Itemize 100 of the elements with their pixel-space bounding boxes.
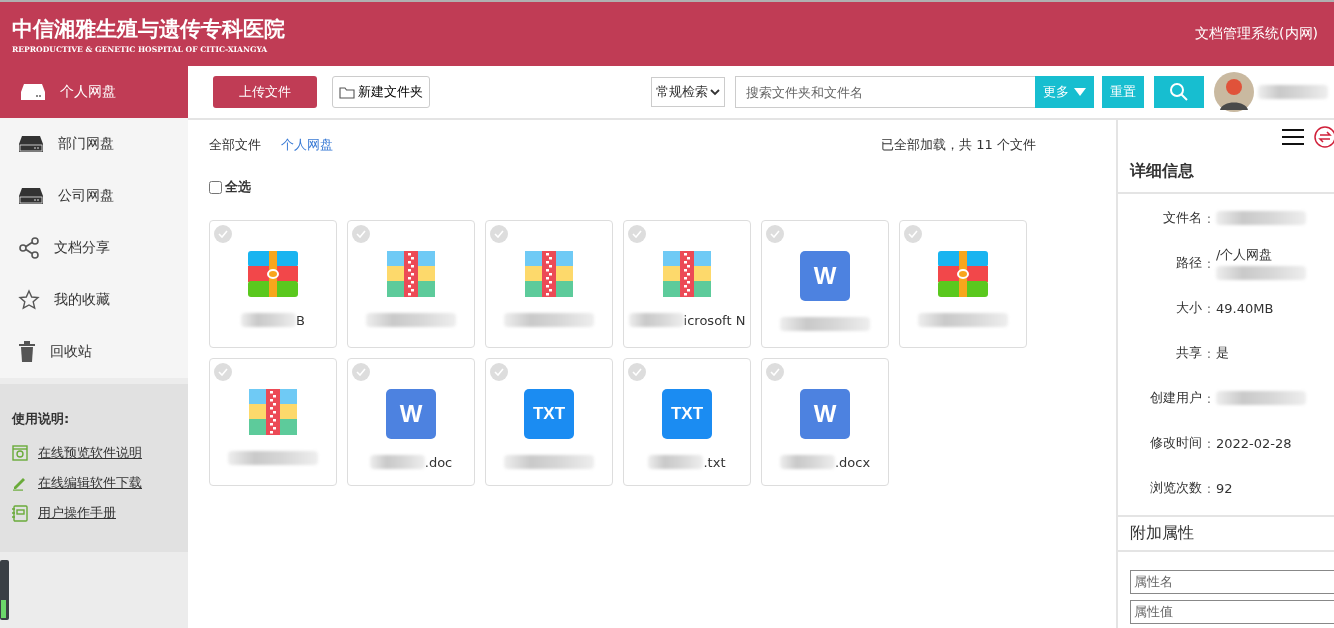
blurred-filename [648,455,704,469]
sidebar-item[interactable]: 文档分享 [0,222,188,274]
sidebar-item-label: 我的收藏 [54,291,110,309]
check-icon[interactable] [490,363,508,381]
search-field[interactable]: 搜索文件夹和文件名 [735,76,1035,108]
check-icon[interactable] [628,225,646,243]
sidebar-item-label: 文档分享 [54,239,110,257]
check-icon[interactable] [766,363,784,381]
select-all-checkbox[interactable] [209,180,222,194]
file-card[interactable]: icrosoft N [623,220,751,348]
pencil-icon [12,475,28,491]
sidebar-item-label: 公司网盘 [58,187,114,205]
check-icon[interactable] [214,225,232,243]
file-card[interactable]: B [209,220,337,348]
upload-button[interactable]: 上传文件 [213,76,317,108]
file-name: .txt [703,454,726,470]
help-link[interactable]: 用户操作手册 [38,504,116,522]
blurred-filename [779,455,835,469]
sidebar-item[interactable]: 回收站 [0,326,188,378]
zip-archive-icon [663,251,711,297]
colon: : [1205,390,1213,406]
file-name: icrosoft N [683,312,746,328]
detail-label: 修改时间 [1149,434,1202,453]
sidebar-item[interactable]: 个人网盘 [0,66,188,118]
file-card[interactable] [899,220,1027,348]
check-icon[interactable] [214,363,232,381]
blurred-filename [241,313,297,327]
sidebar-item-label: 部门网盘 [58,135,114,153]
search-mode-dropdown[interactable]: 常规检索 [651,77,725,107]
trash-icon [18,341,36,363]
colon: : [1205,255,1213,271]
help-title: 使用说明: [12,410,71,428]
swap-icon[interactable] [1314,126,1334,149]
system-name: 文档管理系统(内网) [1195,25,1318,43]
zip-archive-icon [525,251,573,297]
preview-icon [12,445,28,461]
drive-icon [18,134,44,154]
file-card[interactable]: W [761,220,889,348]
attribute-value-field[interactable]: 属性值 [1130,599,1334,624]
detail-label: 文件名 [1162,209,1202,228]
detail-value: /个人网盘 [1216,246,1273,265]
check-icon[interactable] [352,225,370,243]
word-document-icon: W [800,389,850,439]
colon: : [1205,480,1213,496]
help-link[interactable]: 在线预览软件说明 [38,444,142,462]
file-name: .doc [424,454,453,470]
file-card[interactable]: TXT .txt [623,358,751,486]
word-document-icon: W [386,389,436,439]
sidebar-item-label: 回收站 [50,343,92,361]
details-title: 详细信息 [1118,154,1334,194]
new-folder-button[interactable]: 新建文件夹 [332,76,430,108]
check-icon[interactable] [904,225,922,243]
menu-icon[interactable] [1282,129,1304,146]
colon: : [1205,435,1213,451]
detail-value: 49.40MB [1216,300,1274,316]
book-icon [12,504,28,522]
check-icon[interactable] [766,225,784,243]
file-card[interactable]: W .docx [761,358,889,486]
breadcrumb-link[interactable]: 全部文件 [209,136,261,154]
colon: : [1205,210,1213,226]
attribute-name-field[interactable]: 属性名 [1130,569,1334,594]
select-all-label: 全选 [225,178,251,196]
detail-label: 创建用户 [1149,389,1202,408]
word-document-icon: W [800,251,850,301]
help-link[interactable]: 在线编辑软件下载 [38,474,142,492]
detail-value: 2022-02-28 [1216,435,1292,451]
archive-icon [248,251,298,297]
file-card[interactable] [485,220,613,348]
drive-icon [18,186,44,206]
caret-icon [1074,88,1086,96]
chevron-down-icon [710,88,720,96]
check-icon[interactable] [352,363,370,381]
user-avatar[interactable] [1214,72,1254,112]
blurred-username [1258,85,1328,99]
archive-icon [938,251,988,297]
file-card[interactable]: W .doc [347,358,475,486]
file-count-status: 已全部加载，共 11 个文件 [881,136,1036,154]
file-name: .docx [834,454,871,470]
text-file-icon: TXT [524,389,574,439]
file-card[interactable] [347,220,475,348]
check-icon[interactable] [490,225,508,243]
file-card[interactable] [209,358,337,486]
detail-label: 大小 [1175,299,1202,318]
zip-archive-icon [249,389,297,435]
level-meter-icon [0,560,9,620]
breadcrumb-link[interactable]: 个人网盘 [281,136,333,154]
sidebar-item[interactable]: 部门网盘 [0,118,188,170]
text-file-icon: TXT [662,389,712,439]
check-icon[interactable] [628,363,646,381]
star-icon [18,289,40,311]
blurred-filename [628,313,684,327]
search-button[interactable] [1154,76,1204,108]
colon: : [1205,345,1213,361]
hospital-logo-title: 中信湘雅生殖与遗传专科医院 [12,14,285,43]
file-name: B [296,312,305,328]
sidebar-item[interactable]: 我的收藏 [0,274,188,326]
sidebar-item[interactable]: 公司网盘 [0,170,188,222]
extra-attributes-title: 附加属性 [1118,514,1334,552]
detail-label: 共享 [1175,344,1202,363]
colon: : [1205,300,1213,316]
